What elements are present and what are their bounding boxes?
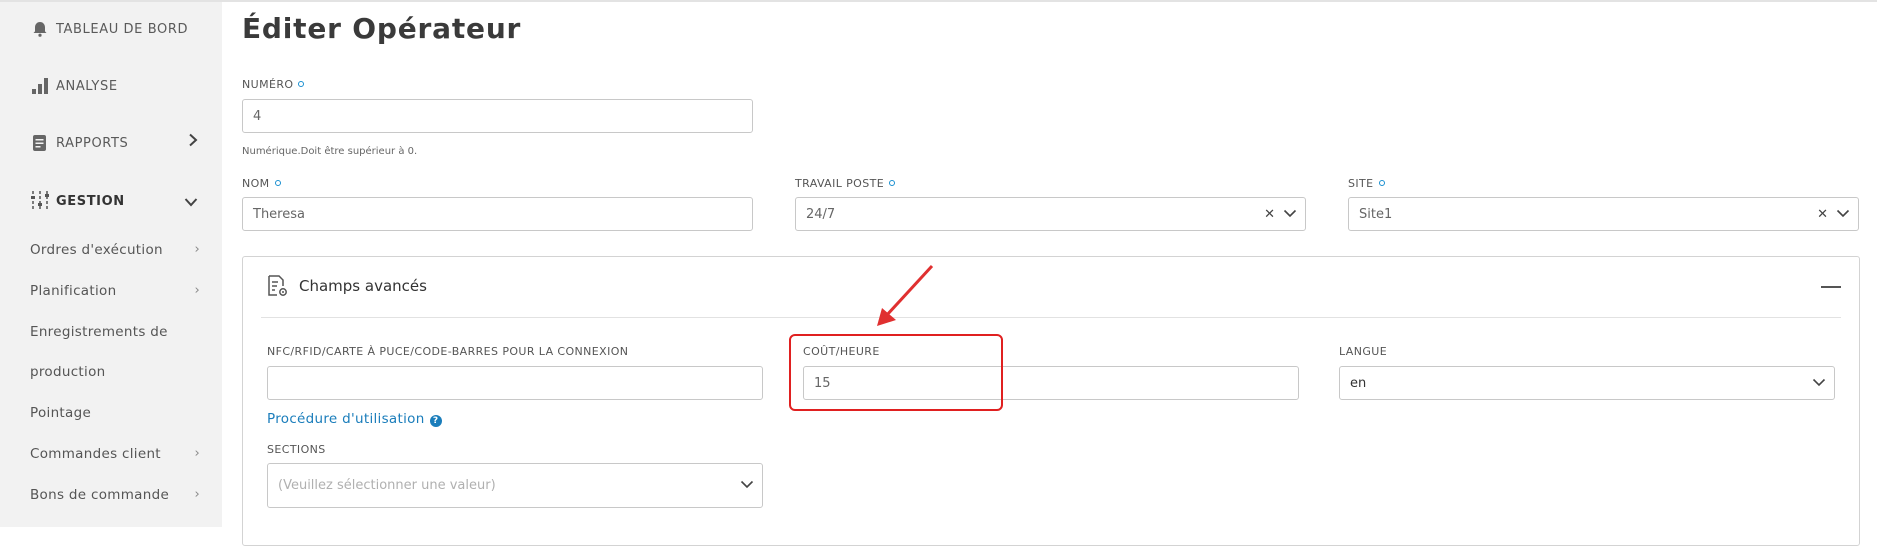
required-indicator-icon: [298, 81, 305, 87]
sliders-icon: [30, 191, 50, 211]
top-border: [0, 0, 1877, 2]
sidebar-item-analyse[interactable]: ANALYSE: [30, 74, 118, 98]
page-title: Éditer Opérateur: [242, 12, 522, 45]
sidebar-item-label: ANALYSE: [56, 78, 118, 94]
travail-poste-value: 24/7: [806, 206, 836, 222]
sidebar-subitem-label: Commandes client: [30, 446, 161, 462]
nom-input[interactable]: Theresa: [242, 197, 753, 231]
sidebar-subitem-label: Bons de commande: [30, 487, 170, 503]
sidebar-item-tableau-de-bord[interactable]: TABLEAU DE BORD: [30, 17, 188, 41]
site-select[interactable]: Site1 ✕: [1348, 197, 1859, 231]
sidebar-item-rapports[interactable]: RAPPORTS: [30, 131, 200, 155]
travail-poste-select[interactable]: 24/7 ✕: [795, 197, 1306, 231]
sidebar-subitem-pointage[interactable]: Pointage: [30, 405, 200, 421]
required-indicator-icon: [274, 180, 281, 186]
sidebar-subitem-label: production: [30, 364, 106, 380]
sidebar-subitem-label: Ordres d'exécution: [30, 242, 163, 258]
annotation-highlight-box: [789, 334, 1003, 411]
help-icon[interactable]: ?: [429, 415, 442, 427]
sidebar-subitem-production[interactable]: production: [30, 364, 200, 380]
sidebar-subitem-bons-de-commande[interactable]: Bons de commande ›: [30, 487, 200, 503]
numero-label-text: NUMÉRO: [242, 78, 294, 91]
sidebar-subitem-label: Enregistrements de: [30, 324, 168, 340]
langue-label: LANGUE: [1339, 345, 1388, 358]
sections-select[interactable]: (Veuillez sélectionner une valeur): [267, 463, 763, 508]
collapse-icon[interactable]: [1821, 286, 1841, 288]
select-controls: ✕: [1264, 198, 1297, 230]
required-indicator-icon: [889, 180, 896, 186]
report-icon: [30, 133, 50, 153]
sidebar-subitem-label: Pointage: [30, 405, 92, 421]
sections-label: SECTIONS: [267, 443, 326, 456]
chevron-right-icon[interactable]: [188, 132, 198, 151]
procedure-link-text: Procédure d'utilisation: [267, 411, 425, 427]
nfc-input[interactable]: [267, 366, 763, 400]
nom-value: Theresa: [253, 206, 305, 222]
clear-icon[interactable]: ✕: [1817, 207, 1828, 222]
sidebar-subitem-planification[interactable]: Planification ›: [30, 283, 200, 299]
site-label-text: SITE: [1348, 177, 1374, 190]
select-controls: ✕: [1817, 198, 1850, 230]
chevron-down-icon[interactable]: [184, 192, 198, 211]
chevron-down-icon[interactable]: [1812, 376, 1826, 391]
chevron-right-icon: ›: [194, 446, 200, 461]
nom-label: NOM: [242, 177, 281, 190]
travail-poste-label: TRAVAIL POSTE: [795, 177, 896, 190]
clear-icon[interactable]: ✕: [1264, 207, 1275, 222]
langue-value: en: [1350, 375, 1367, 391]
travail-poste-label-text: TRAVAIL POSTE: [795, 177, 885, 190]
sidebar-item-gestion[interactable]: GESTION: [30, 189, 125, 213]
chevron-down-icon[interactable]: [740, 478, 754, 493]
sections-placeholder: (Veuillez sélectionner une valeur): [278, 478, 496, 493]
chevron-right-icon: ›: [194, 487, 200, 502]
site-label: SITE: [1348, 177, 1385, 190]
sidebar: TABLEAU DE BORD ANALYSE RAPPORTS GESTION…: [0, 2, 222, 527]
numero-helper-text: Numérique.Doit être supérieur à 0.: [242, 146, 418, 157]
sidebar-item-label: TABLEAU DE BORD: [56, 21, 189, 37]
sidebar-item-label: RAPPORTS: [56, 135, 129, 151]
numero-label: NUMÉRO: [242, 78, 305, 91]
required-indicator-icon: [1378, 180, 1385, 186]
sidebar-item-label: GESTION: [56, 193, 125, 209]
select-controls: [1812, 367, 1826, 399]
sidebar-subitem-commandes-client[interactable]: Commandes client ›: [30, 446, 200, 462]
site-value: Site1: [1359, 206, 1393, 222]
advanced-panel-title: Champs avancés: [299, 277, 427, 295]
nfc-label: NFC/RFID/CARTE À PUCE/CODE-BARRES POUR L…: [267, 345, 629, 358]
settings-document-icon: [265, 274, 289, 298]
numero-input[interactable]: 4: [242, 99, 753, 133]
chevron-right-icon: ›: [194, 242, 200, 257]
chevron-right-icon: ›: [194, 283, 200, 298]
sidebar-subitem-enregistrements[interactable]: Enregistrements de: [30, 324, 200, 340]
chevron-down-icon[interactable]: [1836, 207, 1850, 222]
numero-value: 4: [253, 108, 262, 124]
sidebar-subitem-label: Planification: [30, 283, 117, 299]
sidebar-subitem-ordres[interactable]: Ordres d'exécution ›: [30, 242, 200, 258]
langue-select[interactable]: en: [1339, 366, 1835, 400]
chevron-down-icon[interactable]: [1283, 207, 1297, 222]
bell-icon: [30, 19, 50, 39]
bar-chart-icon: [30, 76, 50, 96]
panel-divider: [261, 317, 1841, 318]
procedure-link[interactable]: Procédure d'utilisation?: [267, 411, 442, 427]
select-controls: [740, 464, 754, 507]
nom-label-text: NOM: [242, 177, 270, 190]
